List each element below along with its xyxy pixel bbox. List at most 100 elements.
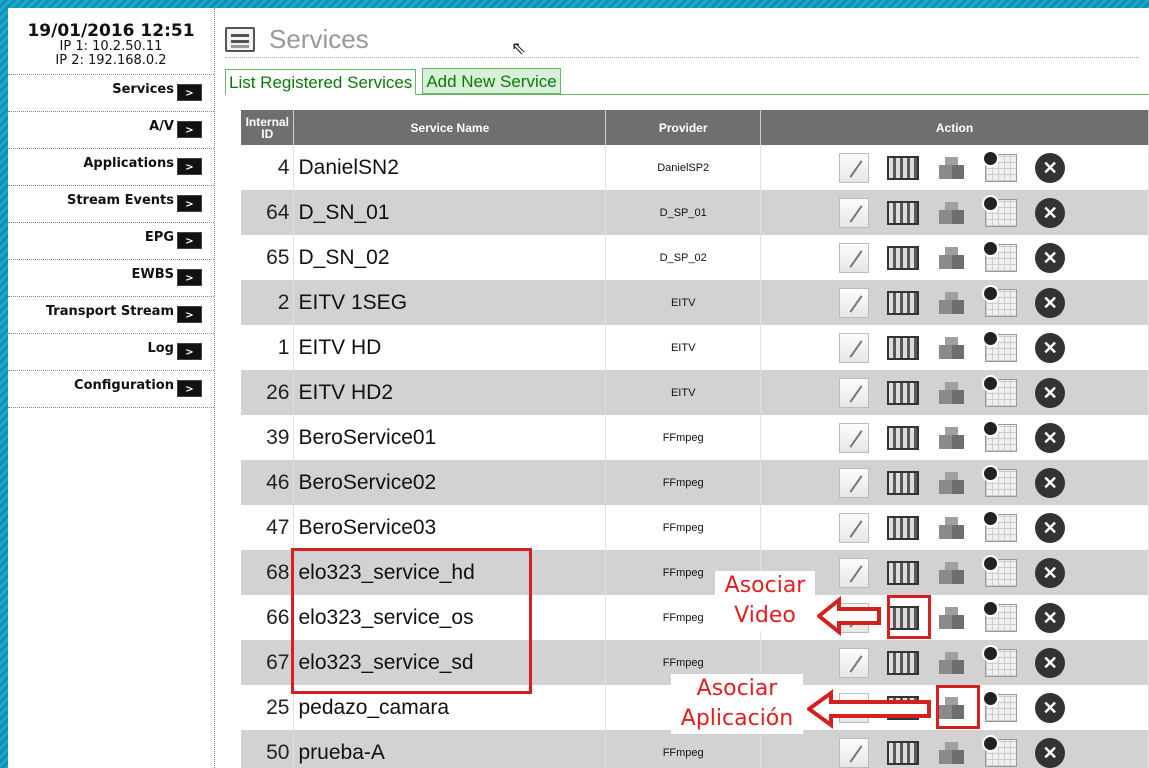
schedule-icon[interactable]: [982, 239, 1018, 272]
table-row[interactable]: 46 BeroService02 FFmpeg ✕: [241, 460, 1149, 505]
delete-icon[interactable]: ✕: [1035, 737, 1066, 768]
sidebar-item-services[interactable]: Services >: [8, 75, 214, 112]
sidebar-item-epg[interactable]: EPG >: [8, 223, 214, 260]
delete-icon[interactable]: ✕: [1035, 692, 1066, 723]
delete-icon[interactable]: ✕: [1035, 332, 1066, 363]
application-icon[interactable]: [937, 380, 967, 406]
tab-list-registered-services[interactable]: List Registered Services: [225, 69, 417, 95]
table-row[interactable]: 65 D_SN_02 D_SP_02 ✕: [241, 235, 1149, 280]
sidebar-item-ewbs[interactable]: EWBS >: [8, 260, 214, 297]
application-icon[interactable]: [937, 470, 967, 496]
edit-icon[interactable]: [839, 152, 870, 183]
table-row[interactable]: 26 EITV HD2 EITV ✕: [241, 370, 1149, 415]
delete-icon[interactable]: ✕: [1035, 287, 1066, 318]
edit-icon[interactable]: [839, 197, 870, 228]
application-icon[interactable]: [937, 200, 967, 226]
sidebar-item-stream-events[interactable]: Stream Events >: [8, 186, 214, 223]
table-row[interactable]: 2 EITV 1SEG EITV ✕: [241, 280, 1149, 325]
sidebar-item-transport-stream[interactable]: Transport Stream >: [8, 297, 214, 334]
application-icon[interactable]: [937, 560, 967, 586]
application-icon[interactable]: [937, 515, 967, 541]
chevron-right-icon[interactable]: >: [177, 121, 202, 138]
application-icon[interactable]: [937, 290, 967, 316]
video-icon[interactable]: [887, 470, 920, 495]
chevron-right-icon[interactable]: >: [177, 84, 202, 101]
video-icon[interactable]: [887, 335, 920, 360]
application-icon[interactable]: [937, 605, 967, 631]
chevron-right-icon[interactable]: >: [177, 269, 202, 286]
edit-icon[interactable]: [839, 287, 870, 318]
chevron-right-icon[interactable]: >: [177, 195, 202, 212]
delete-icon[interactable]: ✕: [1035, 647, 1066, 678]
table-row[interactable]: 1 EITV HD EITV ✕: [241, 325, 1149, 370]
video-icon[interactable]: [887, 380, 920, 405]
schedule-icon[interactable]: [982, 374, 1018, 407]
schedule-icon[interactable]: [982, 554, 1018, 587]
chevron-right-icon[interactable]: >: [177, 158, 202, 175]
schedule-icon[interactable]: [982, 599, 1018, 632]
edit-icon[interactable]: [839, 512, 870, 543]
chevron-right-icon[interactable]: >: [177, 306, 202, 323]
delete-icon[interactable]: ✕: [1035, 557, 1066, 588]
application-icon[interactable]: [937, 245, 967, 271]
sidebar-item-configuration[interactable]: Configuration >: [8, 371, 214, 408]
schedule-icon[interactable]: [982, 149, 1018, 182]
table-row[interactable]: 47 BeroService03 FFmpeg ✕: [241, 505, 1149, 550]
video-icon[interactable]: [887, 290, 920, 315]
edit-icon[interactable]: [839, 332, 870, 363]
video-icon[interactable]: [887, 425, 920, 450]
delete-icon[interactable]: ✕: [1035, 242, 1066, 273]
application-icon[interactable]: [937, 650, 967, 676]
video-icon[interactable]: [887, 650, 920, 675]
edit-icon[interactable]: [839, 422, 870, 453]
delete-icon[interactable]: ✕: [1035, 602, 1066, 633]
application-icon[interactable]: [937, 695, 967, 721]
video-icon[interactable]: [887, 605, 920, 630]
delete-icon[interactable]: ✕: [1035, 512, 1066, 543]
schedule-icon[interactable]: [982, 194, 1018, 227]
chevron-right-icon[interactable]: >: [177, 380, 202, 397]
application-icon[interactable]: [937, 740, 967, 766]
delete-icon[interactable]: ✕: [1035, 377, 1066, 408]
edit-icon[interactable]: [839, 377, 870, 408]
application-icon[interactable]: [937, 335, 967, 361]
video-icon[interactable]: [887, 200, 920, 225]
video-icon[interactable]: [887, 740, 920, 765]
schedule-icon[interactable]: [982, 329, 1018, 362]
schedule-icon[interactable]: [982, 734, 1018, 767]
schedule-icon[interactable]: [982, 644, 1018, 677]
schedule-icon[interactable]: [982, 689, 1018, 722]
delete-icon[interactable]: ✕: [1035, 152, 1066, 183]
edit-icon[interactable]: [839, 242, 870, 273]
edit-icon[interactable]: [839, 557, 870, 588]
edit-icon[interactable]: [839, 647, 870, 678]
edit-icon[interactable]: [839, 737, 870, 768]
video-icon[interactable]: [887, 515, 920, 540]
schedule-icon[interactable]: [982, 509, 1018, 542]
video-icon[interactable]: [887, 245, 920, 270]
table-row[interactable]: 68 elo323_service_hd FFmpeg ✕: [241, 550, 1149, 595]
chevron-right-icon[interactable]: >: [177, 232, 202, 249]
sidebar-item-log[interactable]: Log >: [8, 334, 214, 371]
tab-add-new-service[interactable]: Add New Service: [422, 68, 561, 94]
application-icon[interactable]: [937, 425, 967, 451]
sidebar-item-applications[interactable]: Applications >: [8, 149, 214, 186]
schedule-icon[interactable]: [982, 419, 1018, 452]
edit-icon[interactable]: [839, 467, 870, 498]
table-row[interactable]: 50 prueba-A FFmpeg ✕: [241, 730, 1149, 768]
table-row[interactable]: 39 BeroService01 FFmpeg ✕: [241, 415, 1149, 460]
chevron-right-icon[interactable]: >: [177, 343, 202, 360]
delete-icon[interactable]: ✕: [1035, 422, 1066, 453]
video-icon[interactable]: [887, 560, 920, 585]
schedule-icon[interactable]: [982, 464, 1018, 497]
sidebar-item-av[interactable]: A/V >: [8, 112, 214, 149]
service-id: 64: [241, 190, 295, 235]
table-row[interactable]: 66 elo323_service_os FFmpeg ✕: [241, 595, 1149, 640]
table-row[interactable]: 64 D_SN_01 D_SP_01 ✕: [241, 190, 1149, 235]
table-row[interactable]: 4 DanielSN2 DanielSP2 ✕: [241, 145, 1149, 190]
schedule-icon[interactable]: [982, 284, 1018, 317]
delete-icon[interactable]: ✕: [1035, 197, 1066, 228]
delete-icon[interactable]: ✕: [1035, 467, 1066, 498]
application-icon[interactable]: [937, 155, 967, 181]
video-icon[interactable]: [887, 155, 920, 180]
